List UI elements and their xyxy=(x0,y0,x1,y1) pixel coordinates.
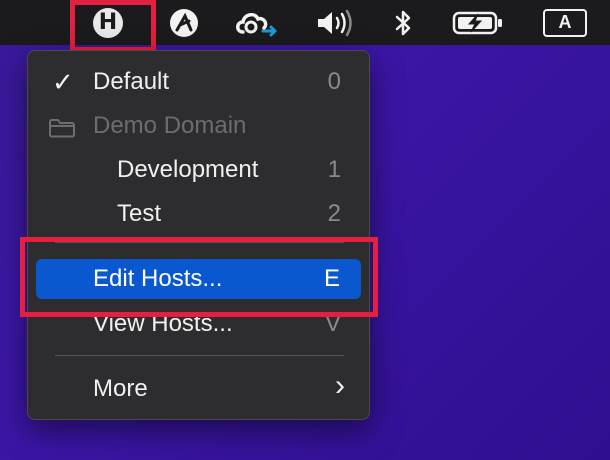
menu-item-label: View Hosts... xyxy=(93,310,233,337)
menu-item-edit-hosts[interactable]: Edit Hosts... E xyxy=(36,259,361,299)
menu-bar: H A xyxy=(0,0,610,45)
menu-item-label: Development xyxy=(117,156,259,183)
menu-item-shortcut: V xyxy=(324,310,341,337)
menu-separator xyxy=(55,355,344,356)
sketch-icon[interactable] xyxy=(164,0,204,45)
input-source-indicator[interactable]: A xyxy=(540,0,590,45)
menu-item-label: Demo Domain xyxy=(93,112,247,139)
menu-item-label: Edit Hosts... xyxy=(93,265,223,292)
menu-item-shortcut: E xyxy=(323,265,340,292)
menu-item-test[interactable]: Test 2 xyxy=(28,194,371,234)
menu-item-development[interactable]: Development 1 xyxy=(28,150,371,190)
folder-icon xyxy=(48,117,76,145)
menu-item-label: Default xyxy=(93,68,170,95)
menu-item-shortcut: 1 xyxy=(327,156,341,183)
checkmark-icon: ✓ xyxy=(52,66,74,97)
volume-icon[interactable] xyxy=(312,0,356,45)
hosts-dropdown-menu: ✓ Default 0 Demo Domain Development 1 Te… xyxy=(27,50,370,420)
menu-item-more[interactable]: More › xyxy=(28,369,371,409)
h-app-icon[interactable]: H xyxy=(83,0,133,45)
menu-item-view-hosts[interactable]: View Hosts... V xyxy=(28,304,371,344)
chevron-right-icon: › xyxy=(335,369,345,402)
menu-item-shortcut: 0 xyxy=(327,68,341,95)
h-letter: H xyxy=(93,7,123,38)
menu-item-label: Test xyxy=(117,200,162,227)
menu-item-shortcut: 2 xyxy=(327,200,341,227)
input-source-label: A xyxy=(543,8,587,37)
bluetooth-icon[interactable] xyxy=(388,0,418,45)
menu-separator xyxy=(55,242,344,243)
battery-charging-icon[interactable] xyxy=(448,0,508,45)
menu-item-default[interactable]: ✓ Default 0 xyxy=(28,62,371,102)
menu-item-label: More xyxy=(93,375,148,402)
cloud-sync-icon[interactable] xyxy=(230,0,282,45)
menu-item-demo-domain: Demo Domain xyxy=(28,106,371,146)
